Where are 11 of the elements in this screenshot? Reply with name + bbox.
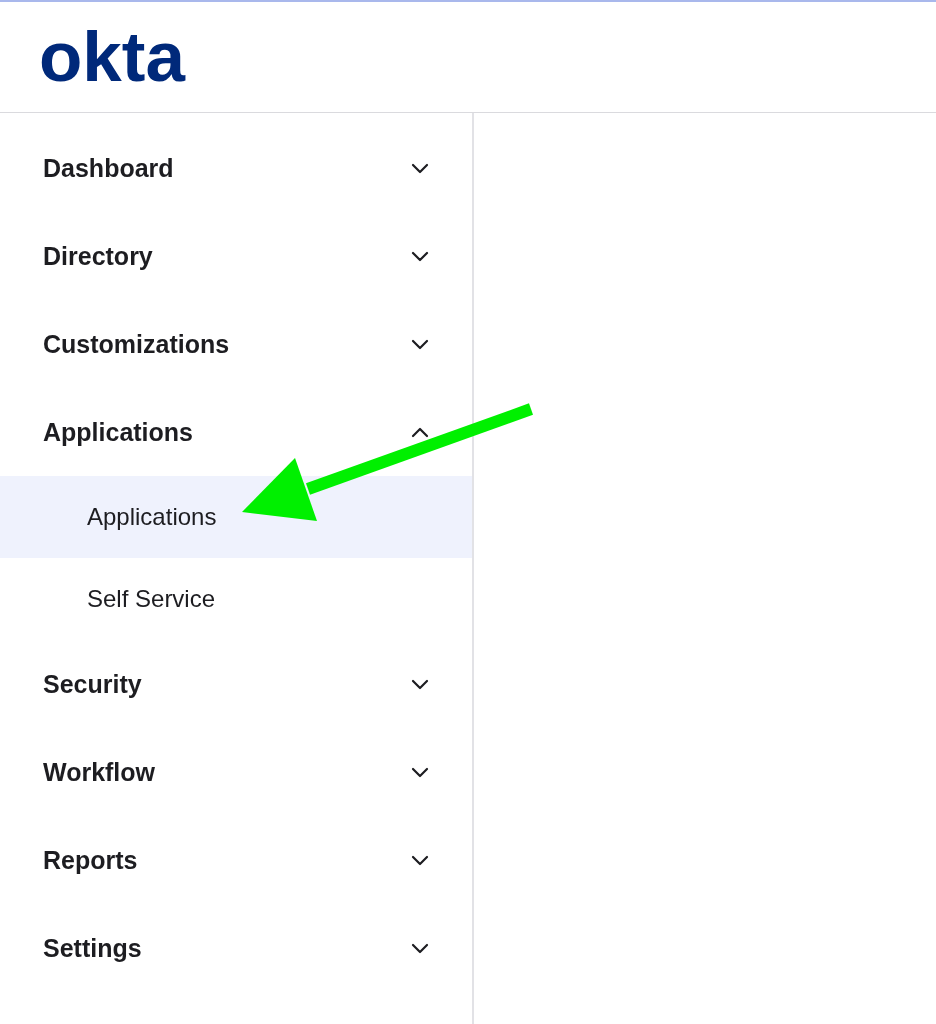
sidebar-subitem[interactable]: Self Service [0, 558, 472, 640]
sidebar-subitem[interactable]: Applications [0, 476, 472, 558]
sidebar-item[interactable]: Security [0, 640, 472, 728]
logo[interactable]: okta [39, 21, 185, 92]
sidebar-item[interactable]: Customizations [0, 300, 472, 388]
sidebar-item[interactable]: Directory [0, 212, 472, 300]
sidebar-item[interactable]: Applications [0, 388, 472, 476]
sidebar-item[interactable]: Reports [0, 816, 472, 904]
sidebar-item[interactable]: Dashboard [0, 124, 472, 212]
sidebar-item[interactable]: Settings [0, 904, 472, 992]
sidebar-item[interactable]: Workflow [0, 728, 472, 816]
